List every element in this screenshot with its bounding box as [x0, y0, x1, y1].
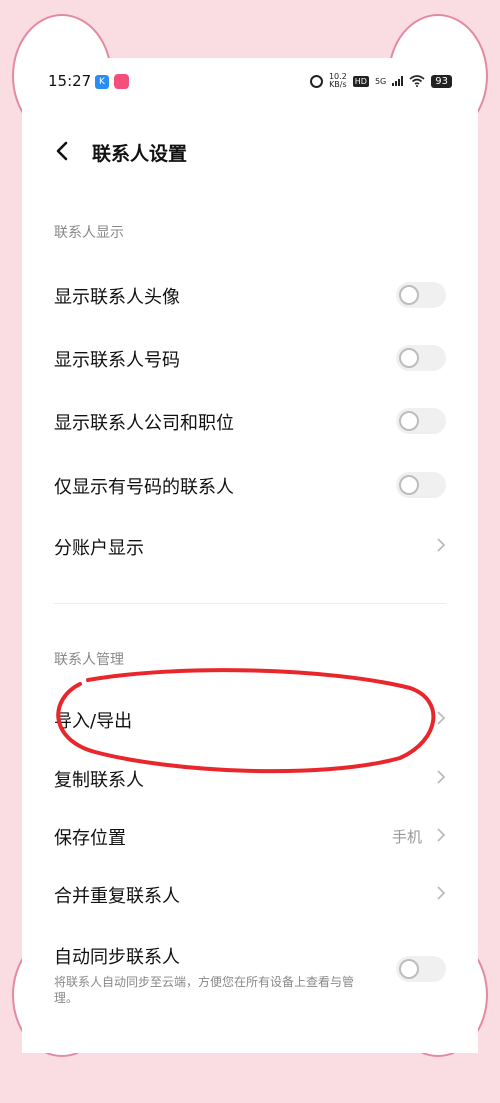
only-with-number-toggle[interactable] [396, 472, 446, 498]
section-header-display: 联系人显示 [54, 225, 124, 241]
network-speed: 10.2 KB/s [329, 73, 347, 89]
setting-label: 自动同步联系人 [54, 947, 180, 968]
setting-label: 显示联系人头像 [54, 287, 180, 308]
setting-account-display[interactable]: 分账户显示 [22, 521, 478, 571]
setting-show-avatar[interactable]: 显示联系人头像 [22, 270, 478, 320]
phone-screen: 15:27 K 10.2 KB/s HD 5G 93 联系人设置 联系人显示 显… [22, 58, 478, 1053]
setting-show-number[interactable]: 显示联系人号码 [22, 333, 478, 383]
chevron-right-icon [437, 538, 446, 552]
setting-label: 保存位置 [54, 828, 126, 849]
save-location-value: 手机 [391, 828, 422, 846]
setting-show-company[interactable]: 显示联系人公司和职位 [22, 396, 478, 446]
setting-auto-sync[interactable]: 自动同步联系人 将联系人自动同步至云端，方便您在所有设备上查看与管理。 [22, 930, 478, 1010]
setting-copy-contacts[interactable]: 复制联系人 [22, 753, 478, 803]
toggle-knob [399, 285, 419, 305]
setting-label: 分账户显示 [54, 538, 144, 559]
wifi-icon [409, 75, 425, 87]
section-divider [54, 603, 446, 604]
signal-bars-icon [392, 76, 404, 86]
network-speed-unit: KB/s [329, 80, 347, 89]
auto-sync-description: 将联系人自动同步至云端，方便您在所有设备上查看与管理。 [54, 975, 355, 1005]
show-company-toggle[interactable] [396, 408, 446, 434]
hd-icon: HD [352, 75, 369, 87]
battery-level: 93 [431, 74, 452, 88]
status-time: 15:27 [48, 72, 92, 90]
setting-label: 导入/导出 [54, 711, 133, 732]
setting-save-location[interactable]: 保存位置 手机 [22, 811, 478, 861]
chevron-right-icon [437, 770, 446, 784]
title-bar: 联系人设置 [22, 130, 478, 174]
setting-label: 显示联系人公司和职位 [54, 413, 234, 434]
auto-sync-toggle[interactable] [396, 956, 446, 982]
status-bar: 15:27 K 10.2 KB/s HD 5G 93 [22, 58, 478, 108]
page-title: 联系人设置 [92, 143, 188, 165]
setting-merge-duplicates[interactable]: 合并重复联系人 [22, 869, 478, 919]
setting-label: 仅显示有号码的联系人 [54, 477, 234, 498]
toggle-knob [399, 475, 419, 495]
back-arrow-icon[interactable] [48, 136, 78, 166]
setting-label: 复制联系人 [54, 770, 144, 791]
setting-label: 合并重复联系人 [54, 886, 180, 907]
show-number-toggle[interactable] [396, 345, 446, 371]
chevron-right-icon [437, 711, 446, 725]
k-app-icon: K [95, 75, 109, 89]
toggle-knob [399, 959, 419, 979]
toggle-knob [399, 348, 419, 368]
chevron-right-icon [437, 886, 446, 900]
signal-type: 5G [374, 76, 387, 86]
setting-label: 显示联系人号码 [54, 350, 180, 371]
status-right: 10.2 KB/s HD 5G 93 [309, 73, 452, 89]
setting-import-export[interactable]: 导入/导出 [22, 694, 478, 744]
show-avatar-toggle[interactable] [396, 282, 446, 308]
setting-only-with-number[interactable]: 仅显示有号码的联系人 [22, 460, 478, 510]
notification-app-icon [114, 74, 129, 89]
alarm-icon [309, 74, 323, 88]
section-header-manage: 联系人管理 [54, 652, 124, 668]
chevron-right-icon [437, 828, 446, 842]
toggle-knob [399, 411, 419, 431]
